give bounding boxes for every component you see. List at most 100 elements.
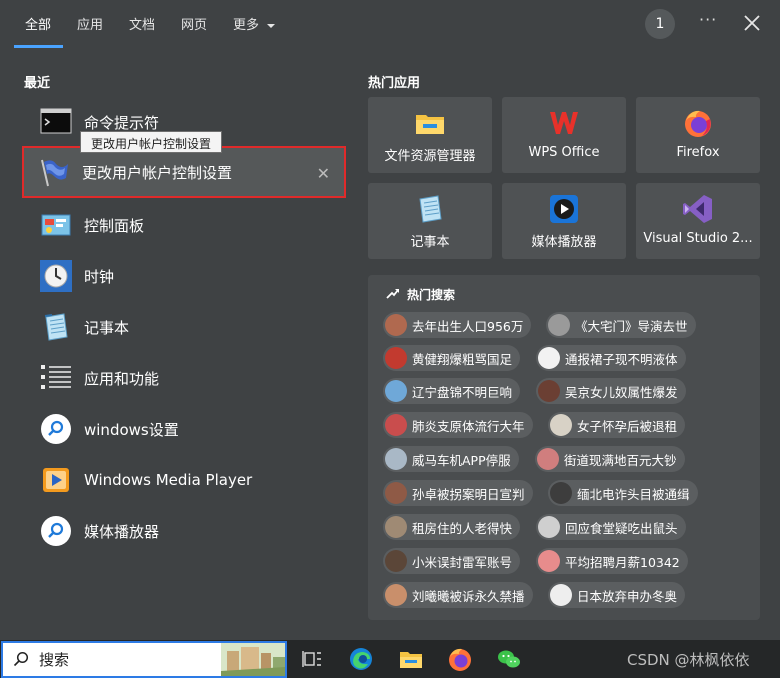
recent-item-label: 记事本 bbox=[84, 318, 130, 337]
app-tile-firefox[interactable]: Firefox bbox=[636, 97, 760, 173]
tab-apps[interactable]: 应用 bbox=[77, 14, 103, 33]
hot-search-chip[interactable]: 平均招聘月薪10342 bbox=[536, 548, 688, 574]
avatar bbox=[385, 516, 407, 538]
hot-search-chip[interactable]: 女子怀孕后被退租 bbox=[548, 412, 686, 438]
app-tile-file-explorer[interactable]: 文件资源管理器 bbox=[368, 97, 492, 173]
cmd-icon bbox=[40, 108, 72, 134]
tab-all[interactable]: 全部 bbox=[25, 14, 51, 33]
app-tile-media-player[interactable]: 媒体播放器 bbox=[502, 183, 626, 259]
hot-search-chip[interactable]: 吴京女儿奴属性爆发 bbox=[536, 378, 686, 404]
tab-underline bbox=[14, 45, 63, 48]
recent-item-label: windows设置 bbox=[84, 420, 179, 439]
close-icon[interactable] bbox=[741, 12, 763, 34]
hot-search-chip[interactable]: 小米误封雷军账号 bbox=[383, 548, 521, 574]
recent-title: 最近 bbox=[24, 76, 51, 91]
tab-web[interactable]: 网页 bbox=[181, 14, 207, 33]
task-view-icon[interactable] bbox=[300, 646, 326, 672]
wechat-icon[interactable] bbox=[496, 646, 522, 672]
file-explorer-icon[interactable] bbox=[398, 646, 424, 672]
avatar bbox=[538, 347, 560, 369]
recent-item-windows-media-player[interactable]: Windows Media Player bbox=[24, 455, 344, 505]
tab-more-label: 更多 bbox=[233, 18, 260, 33]
avatar bbox=[538, 550, 560, 572]
avatar bbox=[385, 550, 407, 572]
recent-item-label: 控制面板 bbox=[84, 216, 145, 235]
count-badge[interactable]: 1 bbox=[645, 9, 675, 39]
notepad-icon bbox=[44, 313, 68, 341]
media-search-icon bbox=[41, 516, 71, 546]
app-tile-label: Visual Studio 2... bbox=[643, 231, 753, 246]
avatar bbox=[385, 347, 407, 369]
avatar bbox=[385, 414, 407, 436]
recent-item-label: 媒体播放器 bbox=[84, 522, 160, 541]
recent-item-uac[interactable]: 更改用户帐户控制设置 ✕ bbox=[22, 146, 346, 198]
more-options-button[interactable]: ··· bbox=[699, 10, 717, 29]
hot-search-chip[interactable]: 肺炎支原体流行大年 bbox=[383, 412, 533, 438]
hot-apps-title: 热门应用 bbox=[368, 76, 421, 91]
remove-item-icon[interactable]: ✕ bbox=[317, 164, 330, 183]
recent-item-clock[interactable]: 时钟 bbox=[24, 251, 344, 301]
avatar bbox=[550, 414, 572, 436]
notepad-icon bbox=[419, 195, 442, 223]
avatar bbox=[550, 584, 572, 606]
hot-search-chip[interactable]: 回应食堂疑吃出鼠头 bbox=[536, 514, 686, 540]
tab-documents[interactable]: 文档 bbox=[129, 14, 155, 33]
clock-icon bbox=[40, 260, 72, 292]
avatar bbox=[385, 314, 407, 336]
app-tile-notepad[interactable]: 记事本 bbox=[368, 183, 492, 259]
avatar bbox=[538, 380, 560, 402]
top-bar: 全部 应用 文档 网页 更多 1 ··· bbox=[0, 0, 780, 50]
edge-icon[interactable] bbox=[348, 646, 374, 672]
avatar bbox=[550, 482, 572, 504]
hot-search-chip[interactable]: 街道现满地百元大钞 bbox=[535, 446, 685, 472]
tab-more[interactable]: 更多 bbox=[233, 14, 276, 33]
search-highlight-art bbox=[221, 643, 285, 676]
app-tile-wps[interactable]: WPS Office bbox=[502, 97, 626, 173]
recent-item-apps-features[interactable]: 应用和功能 bbox=[24, 353, 344, 403]
tooltip: 更改用户帐户控制设置 bbox=[80, 131, 222, 153]
hot-search-chip[interactable]: 缅北电诈头目被通缉 bbox=[548, 480, 698, 506]
recent-item-windows-settings[interactable]: windows设置 bbox=[24, 404, 344, 454]
media-player-icon bbox=[43, 468, 69, 492]
avatar bbox=[385, 482, 407, 504]
app-tile-label: WPS Office bbox=[528, 145, 600, 160]
app-tile-label: 媒体播放器 bbox=[531, 235, 597, 250]
firefox-icon[interactable] bbox=[447, 646, 473, 672]
uac-flag-icon bbox=[41, 159, 68, 187]
search-icon bbox=[13, 651, 29, 667]
hot-search-chip[interactable]: 《大宅门》导演去世 bbox=[546, 312, 696, 338]
hot-search-chip[interactable]: 通报裙子现不明液体 bbox=[536, 345, 686, 371]
search-input[interactable] bbox=[39, 649, 209, 671]
watermark: CSDN @林枫依依 bbox=[627, 651, 750, 669]
hot-search-chip[interactable]: 孙卓被拐案明日宣判 bbox=[383, 480, 533, 506]
recent-item-control-panel[interactable]: 控制面板 bbox=[24, 200, 344, 250]
recent-item-label: 更改用户帐户控制设置 bbox=[82, 163, 233, 182]
visual-studio-icon bbox=[683, 195, 712, 223]
recent-item-media-player[interactable]: 媒体播放器 bbox=[24, 506, 344, 556]
avatar bbox=[385, 380, 407, 402]
settings-search-icon bbox=[41, 414, 71, 444]
apps-features-icon bbox=[41, 365, 71, 389]
hot-search-chip[interactable]: 黄健翔爆粗骂国足 bbox=[383, 345, 521, 371]
avatar bbox=[548, 314, 570, 336]
chevron-down-icon bbox=[267, 23, 276, 28]
recent-item-notepad[interactable]: 记事本 bbox=[24, 302, 344, 352]
avatar bbox=[538, 516, 560, 538]
recent-item-label: Windows Media Player bbox=[84, 471, 253, 489]
hot-search-chip[interactable]: 日本放弃申办冬奥 bbox=[548, 582, 686, 608]
app-tile-label: 记事本 bbox=[410, 235, 450, 250]
control-panel-icon bbox=[41, 214, 71, 236]
app-tile-visual-studio[interactable]: Visual Studio 2... bbox=[636, 183, 760, 259]
hot-search-chip[interactable]: 威马车机APP停服 bbox=[383, 446, 519, 472]
avatar bbox=[385, 448, 407, 470]
wps-icon bbox=[550, 112, 578, 134]
hot-search-chip[interactable]: 租房住的人老得快 bbox=[383, 514, 521, 540]
hot-search-chip[interactable]: 辽宁盘锦不明巨响 bbox=[383, 378, 521, 404]
taskbar-search-box[interactable] bbox=[1, 641, 287, 678]
hot-search-chip[interactable]: 去年出生人口956万 bbox=[383, 312, 532, 338]
app-tile-label: 文件资源管理器 bbox=[384, 149, 476, 164]
hot-search-chip[interactable]: 刘曦曦被诉永久禁播 bbox=[383, 582, 533, 608]
firefox-icon bbox=[685, 110, 711, 137]
recent-item-label: 时钟 bbox=[84, 267, 115, 286]
trending-icon bbox=[386, 289, 399, 299]
